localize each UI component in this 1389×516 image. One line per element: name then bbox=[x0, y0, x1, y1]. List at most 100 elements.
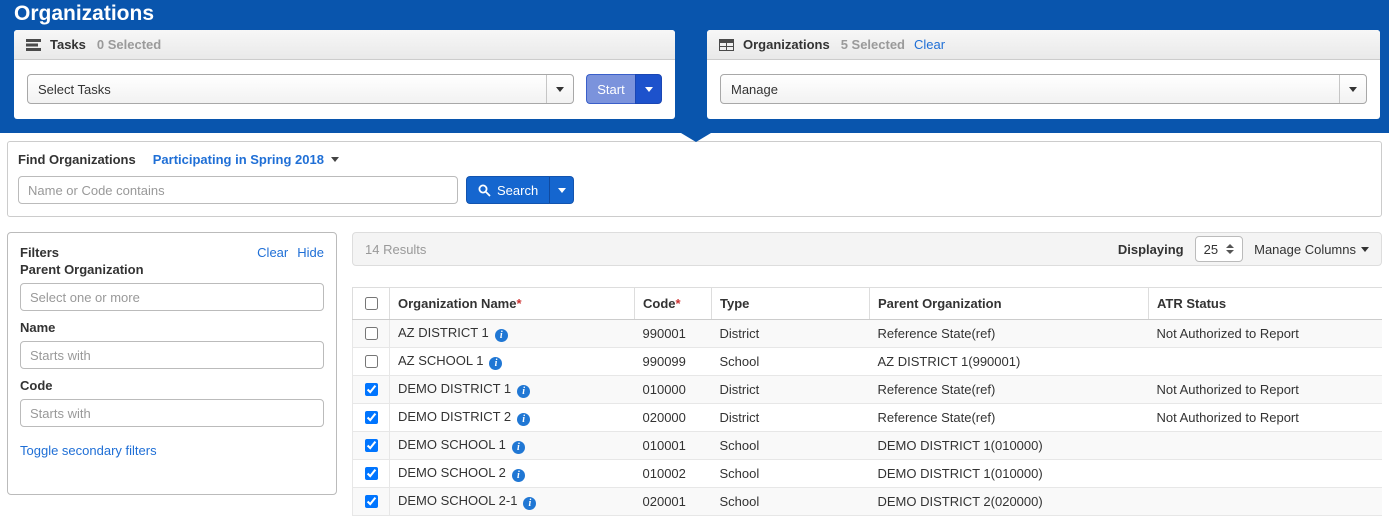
filters-clear-link[interactable]: Clear bbox=[257, 245, 288, 260]
atr-status-cell bbox=[1149, 460, 1383, 488]
table-row: DEMO SCHOOL 2-1i020001SchoolDEMO DISTRIC… bbox=[353, 488, 1383, 516]
parent-organization-cell: Reference State(ref) bbox=[870, 376, 1149, 404]
row-checkbox[interactable] bbox=[365, 439, 378, 452]
row-checkbox[interactable] bbox=[365, 495, 378, 508]
row-checkbox[interactable] bbox=[365, 411, 378, 424]
name-filter-input[interactable] bbox=[20, 341, 324, 369]
organization-name-cell: AZ SCHOOL 1i bbox=[390, 348, 635, 376]
column-header-type[interactable]: Type bbox=[712, 288, 870, 320]
row-checkbox-cell bbox=[353, 488, 390, 516]
toggle-secondary-filters-link[interactable]: Toggle secondary filters bbox=[20, 443, 157, 458]
filter-label-code: Code bbox=[20, 378, 324, 393]
table-row: AZ DISTRICT 1i990001DistrictReference St… bbox=[353, 320, 1383, 348]
tasks-panel: Tasks 0 Selected Select Tasks Start bbox=[14, 30, 675, 119]
start-caret-button[interactable] bbox=[635, 74, 662, 104]
filters-links: Clear Hide bbox=[257, 245, 324, 260]
select-all-checkbox[interactable] bbox=[365, 297, 378, 310]
info-icon[interactable]: i bbox=[517, 385, 530, 398]
stepper-icon bbox=[1226, 244, 1234, 254]
row-checkbox-cell bbox=[353, 320, 390, 348]
chevron-down-icon bbox=[1361, 247, 1369, 252]
code-filter-input[interactable] bbox=[20, 399, 324, 427]
search-input[interactable] bbox=[18, 176, 458, 204]
table-row: DEMO DISTRICT 1 i 010000DistrictReference … bbox=[353, 376, 1383, 404]
filters-title: Filters bbox=[20, 245, 59, 260]
filters-hide-link[interactable]: Hide bbox=[297, 245, 324, 260]
info-icon[interactable]: i bbox=[512, 441, 525, 454]
required-asterisk: * bbox=[516, 296, 521, 311]
row-checkbox[interactable] bbox=[365, 355, 378, 368]
column-header-organization-name[interactable]: Organization Name* bbox=[390, 288, 635, 320]
table-icon bbox=[719, 39, 734, 51]
page-title: Organizations bbox=[14, 2, 154, 26]
info-icon[interactable]: i bbox=[517, 413, 530, 426]
tasks-panel-body: Select Tasks Start bbox=[14, 60, 675, 118]
org-table-body: AZ DISTRICT 1i990001DistrictReference St… bbox=[353, 320, 1383, 516]
code-cell: 010001 bbox=[635, 432, 712, 460]
organizations-panel-body: Manage bbox=[707, 60, 1380, 118]
manage-dropdown-value: Manage bbox=[721, 75, 1339, 103]
tasks-panel-header: Tasks 0 Selected bbox=[14, 30, 675, 60]
manage-dropdown[interactable]: Manage bbox=[720, 74, 1367, 104]
manage-dropdown-caret-button[interactable] bbox=[1339, 75, 1366, 103]
clear-selection-link[interactable]: Clear bbox=[914, 37, 945, 52]
organization-name: DEMO DISTRICT 2 bbox=[398, 409, 511, 424]
type-cell: District bbox=[712, 376, 870, 404]
code-cell: 010000 bbox=[635, 376, 712, 404]
organization-name-cell: DEMO SCHOOL 2-1 i bbox=[390, 488, 635, 516]
organization-name: DEMO DISTRICT 1 bbox=[398, 381, 511, 396]
code-cell: 020000 bbox=[635, 404, 712, 432]
organization-name-cell: DEMO SCHOOL 2i bbox=[390, 460, 635, 488]
code-cell: 990099 bbox=[635, 348, 712, 376]
column-header-label: Code bbox=[643, 296, 676, 311]
scope-dropdown-label: Participating in Spring 2018 bbox=[153, 152, 324, 167]
column-header-label: Organization Name bbox=[398, 296, 516, 311]
column-header-atr-status[interactable]: ATR Status bbox=[1149, 288, 1383, 320]
page-size-value: 25 bbox=[1204, 242, 1218, 257]
row-checkbox-cell bbox=[353, 460, 390, 488]
find-organizations-header: Find Organizations Participating in Spri… bbox=[18, 152, 1371, 167]
find-organizations-panel: Find Organizations Participating in Spri… bbox=[7, 141, 1382, 217]
info-icon[interactable]: i bbox=[489, 357, 502, 370]
parent-organization-cell: Reference State(ref) bbox=[870, 320, 1149, 348]
chevron-down-icon bbox=[331, 157, 339, 162]
row-checkbox[interactable] bbox=[365, 327, 378, 340]
scope-dropdown[interactable]: Participating in Spring 2018 bbox=[153, 152, 339, 167]
atr-status-cell bbox=[1149, 488, 1383, 516]
page-size-select[interactable]: 25 bbox=[1195, 236, 1243, 262]
row-checkbox-cell bbox=[353, 348, 390, 376]
type-cell: District bbox=[712, 404, 870, 432]
organization-name-cell: DEMO DISTRICT 2 i bbox=[390, 404, 635, 432]
row-checkbox[interactable] bbox=[365, 383, 378, 396]
organizations-panel: Organizations 5 Selected Clear Manage bbox=[707, 30, 1380, 119]
chevron-down-icon bbox=[645, 87, 653, 92]
info-icon[interactable]: i bbox=[495, 329, 508, 342]
tasks-icon bbox=[26, 38, 41, 51]
parent-organization-filter-input[interactable] bbox=[20, 283, 324, 311]
organization-name-cell: DEMO DISTRICT 1 i bbox=[390, 376, 635, 404]
header-pointer-notch bbox=[681, 133, 711, 142]
select-tasks-dropdown[interactable]: Select Tasks bbox=[27, 74, 574, 104]
row-checkbox[interactable] bbox=[365, 467, 378, 480]
start-button[interactable]: Start bbox=[586, 74, 635, 104]
manage-columns-button[interactable]: Manage Columns bbox=[1254, 242, 1369, 257]
row-checkbox-cell bbox=[353, 432, 390, 460]
column-header-code[interactable]: Code* bbox=[635, 288, 712, 320]
table-row: DEMO DISTRICT 2i020000DistrictReference … bbox=[353, 404, 1383, 432]
code-cell: 010002 bbox=[635, 460, 712, 488]
column-header-parent-organization[interactable]: Parent Organization bbox=[870, 288, 1149, 320]
chevron-down-icon bbox=[556, 87, 564, 92]
parent-organization-cell: DEMO DISTRICT 1(010000) bbox=[870, 460, 1149, 488]
search-button[interactable]: Search bbox=[466, 176, 549, 204]
row-checkbox-cell bbox=[353, 376, 390, 404]
tasks-panel-title: Tasks bbox=[50, 37, 86, 52]
filters-header: Filters Clear Hide bbox=[20, 245, 324, 260]
organization-name: DEMO SCHOOL 2-1 bbox=[398, 493, 517, 508]
info-icon[interactable]: i bbox=[523, 497, 536, 510]
filter-label-parent-organization: Parent Organization bbox=[20, 262, 324, 277]
code-cell: 990001 bbox=[635, 320, 712, 348]
search-caret-button[interactable] bbox=[549, 176, 574, 204]
select-tasks-value: Select Tasks bbox=[28, 75, 546, 103]
info-icon[interactable]: i bbox=[512, 469, 525, 482]
select-tasks-caret-button[interactable] bbox=[546, 75, 573, 103]
